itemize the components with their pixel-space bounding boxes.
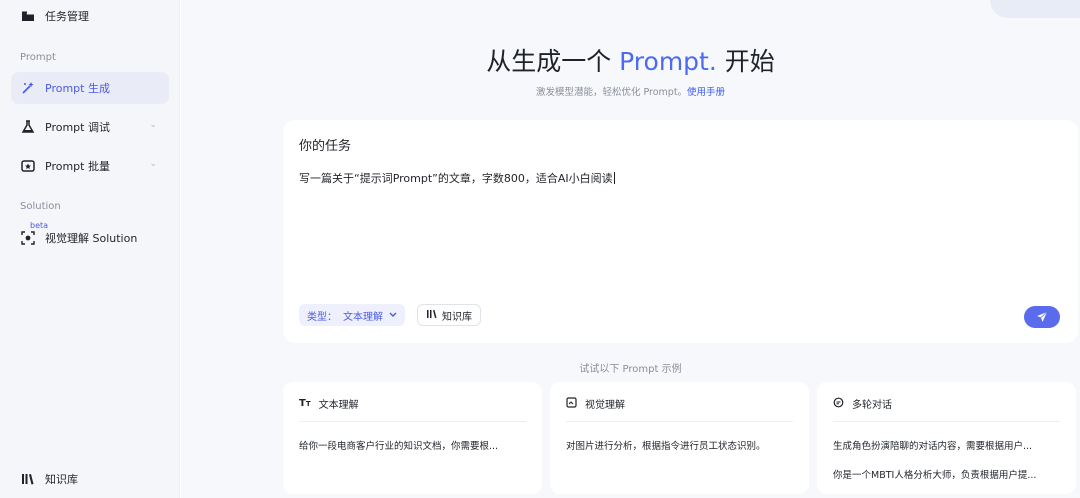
send-button[interactable] — [1024, 306, 1060, 328]
knowledge-base-button[interactable]: 知识库 — [417, 304, 481, 326]
chevron-down-icon[interactable]: ⌄ — [149, 120, 157, 130]
section-label-solution: Solution — [20, 201, 61, 212]
sidebar-item-label: 知识库 — [45, 473, 78, 486]
send-icon — [1036, 308, 1048, 327]
chevron-down-icon — [389, 310, 397, 321]
sidebar-item-label: 任务管理 — [45, 10, 89, 23]
sidebar-item-prompt-debug[interactable]: Prompt 调试 ⌄ — [11, 111, 169, 143]
task-input-value: 写一篇关于“提示词Prompt”的文章，字数800，适合AI小白阅读 — [299, 172, 613, 185]
image-scan-icon — [566, 396, 577, 411]
type-select[interactable]: 类型： 文本理解 — [299, 304, 405, 326]
section-label-prompt: Prompt — [20, 52, 56, 63]
title-text-end: 开始 — [716, 47, 775, 76]
type-label: 类型： — [307, 311, 337, 323]
sidebar-item-prompt-generate[interactable]: Prompt 生成 — [11, 72, 169, 104]
flask-icon — [20, 119, 36, 135]
sidebar-item-task-management[interactable]: 任务管理 — [11, 0, 169, 32]
scan-icon — [20, 230, 36, 246]
library-icon — [20, 471, 36, 487]
star-box-icon — [20, 158, 36, 174]
chat-icon — [833, 397, 844, 411]
sidebar-item-label: 视觉理解 Solution — [45, 232, 138, 245]
example-card-chat[interactable]: 多轮对话 生成角色扮演陪聊的对话内容，需要根据用户... 你是一个MBTI人格分… — [817, 382, 1076, 494]
example-card-header: 视觉理解 — [566, 396, 793, 422]
task-card: 你的任务 写一篇关于“提示词Prompt”的文章，字数800，适合AI小白阅读 … — [283, 120, 1078, 343]
example-card-header: TT 文本理解 — [299, 396, 526, 422]
example-card-text[interactable]: TT 文本理解 给你一段电商客户行业的知识文档，你需要根... — [283, 382, 542, 494]
sidebar-item-label: Prompt 批量 — [45, 160, 110, 173]
example-card-title: 视觉理解 — [585, 400, 625, 411]
examples-label: 试试以下 Prompt 示例 — [579, 364, 682, 375]
example-card-line[interactable]: 给你一段电商客户行业的知识文档，你需要根... — [299, 438, 530, 452]
library-icon — [426, 309, 438, 322]
magic-wand-icon — [20, 80, 36, 96]
text-size-icon: TT — [299, 398, 311, 409]
sidebar-item-label: Prompt 调试 — [45, 121, 110, 134]
example-card-vision[interactable]: 视觉理解 对图片进行分析，根据指令进行员工状态识别。 — [550, 382, 809, 494]
text-caret — [613, 172, 615, 184]
chevron-down-icon[interactable]: ⌄ — [149, 159, 157, 169]
folder-icon — [20, 8, 36, 24]
title-text: 从生成一个 — [486, 47, 620, 76]
sidebar: 任务管理 Prompt Prompt 生成 Prompt 调试 ⌄ Prompt… — [0, 0, 180, 498]
example-card-header: 多轮对话 — [833, 396, 1060, 422]
sidebar-item-knowledge-base[interactable]: 知识库 — [11, 463, 169, 495]
page-title: 从生成一个 Prompt. 开始 — [181, 42, 1080, 78]
decorative-shape — [990, 0, 1080, 18]
example-card-title: 文本理解 — [318, 400, 359, 411]
example-card-line[interactable]: 对图片进行分析，根据指令进行员工状态识别。 — [566, 438, 797, 452]
sidebar-item-prompt-batch[interactable]: Prompt 批量 ⌄ — [11, 150, 169, 182]
knowledge-base-label: 知识库 — [442, 311, 472, 323]
page-subtitle: 激发模型潜能，轻松优化 Prompt。使用手册 — [181, 84, 1080, 98]
task-input[interactable]: 写一篇关于“提示词Prompt”的文章，字数800，适合AI小白阅读 — [299, 170, 615, 186]
sidebar-item-vision-solution[interactable]: 视觉理解 Solution — [11, 222, 169, 254]
example-card-title: 多轮对话 — [852, 400, 892, 411]
subtitle-text: 激发模型潜能，轻松优化 Prompt。 — [535, 87, 688, 98]
type-value: 文本理解 — [343, 311, 383, 323]
title-accent: Prompt. — [619, 47, 717, 76]
task-title: 你的任务 — [299, 139, 352, 154]
sidebar-item-label: Prompt 生成 — [45, 82, 110, 95]
example-card-line[interactable]: 你是一个MBTI人格分析大师，负责根据用户提... — [833, 467, 1064, 481]
example-card-line[interactable]: 生成角色扮演陪聊的对话内容，需要根据用户... — [833, 438, 1064, 452]
main-area: 从生成一个 Prompt. 开始 激发模型潜能，轻松优化 Prompt。使用手册… — [181, 0, 1080, 498]
manual-link[interactable]: 使用手册 — [687, 87, 725, 98]
